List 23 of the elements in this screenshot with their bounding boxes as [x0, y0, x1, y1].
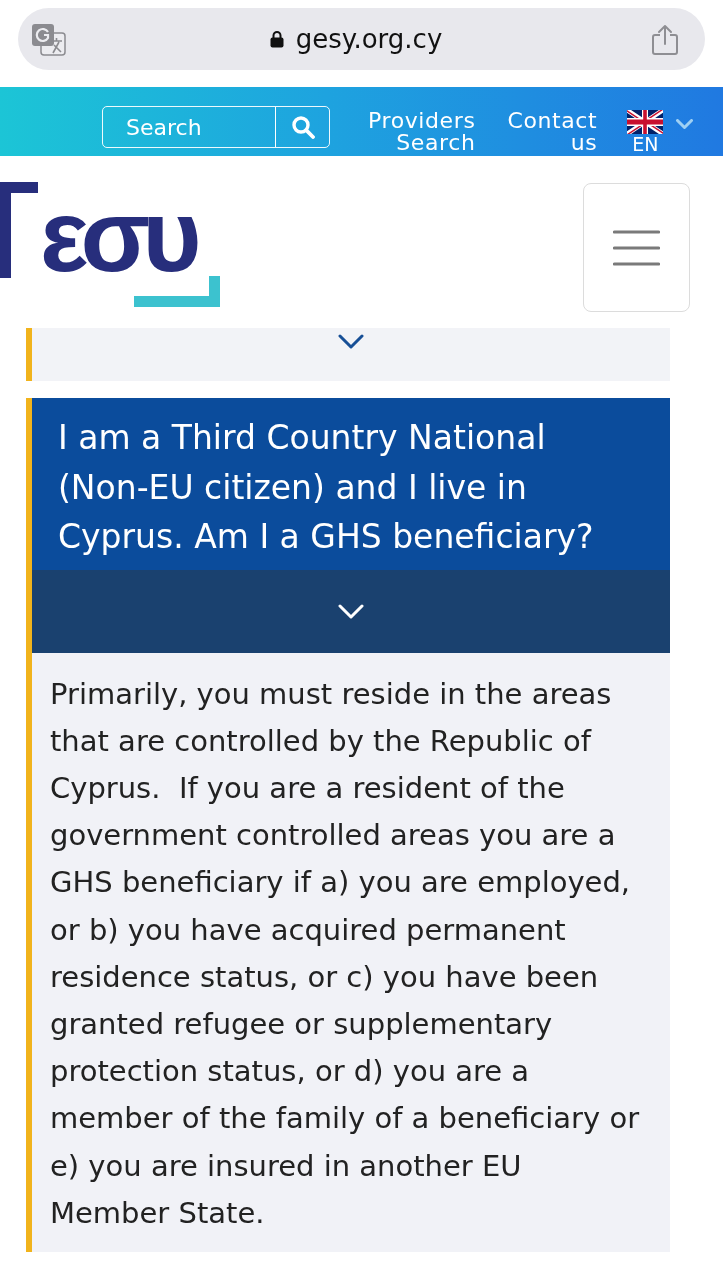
translate-icon[interactable] [31, 22, 66, 56]
share-icon[interactable] [652, 23, 678, 55]
accordion-toggle[interactable] [32, 569, 670, 653]
chevron-down-icon [676, 119, 694, 129]
menu-icon [613, 229, 660, 266]
nav-link[interactable]: Providers Search [368, 87, 476, 154]
address-bar[interactable]: gesy.org.cy [18, 8, 705, 70]
corner-bracket-icon [134, 276, 220, 307]
chevron-down-icon [338, 334, 364, 349]
answer-text: Primarily, you must reside in the areas that are controlled by the Republic of Cyprus. If you are a resident of the government controlled areas you are a GHS beneficiary if a) you are employed, or b) you have acquired permanent residence status, or c) you have been granted refugee or supplementary protection status, or d) you are a member of the family of a beneficiary or e) you are insured in another EU Member State. [50, 675, 641, 1232]
language-button[interactable]: EN [627, 110, 694, 154]
search-icon [290, 115, 315, 139]
search-field[interactable]: Search [102, 106, 276, 148]
nav-link[interactable]: Contact us [507, 87, 598, 154]
flag-icon [627, 110, 664, 134]
chevron-down-icon [338, 603, 364, 619]
url-text: gesy.org.cy [295, 24, 443, 54]
question-header[interactable]: I am a Third Country National (Non-EU citizen) and I live in Cyprus. Am I a GHS beneficiary? [32, 398, 670, 570]
corner-bracket-icon [0, 182, 38, 278]
menu-button[interactable] [583, 183, 690, 312]
logo-text: εσυ [40, 196, 194, 276]
lock-icon [269, 30, 284, 48]
search-button[interactable] [275, 106, 330, 148]
